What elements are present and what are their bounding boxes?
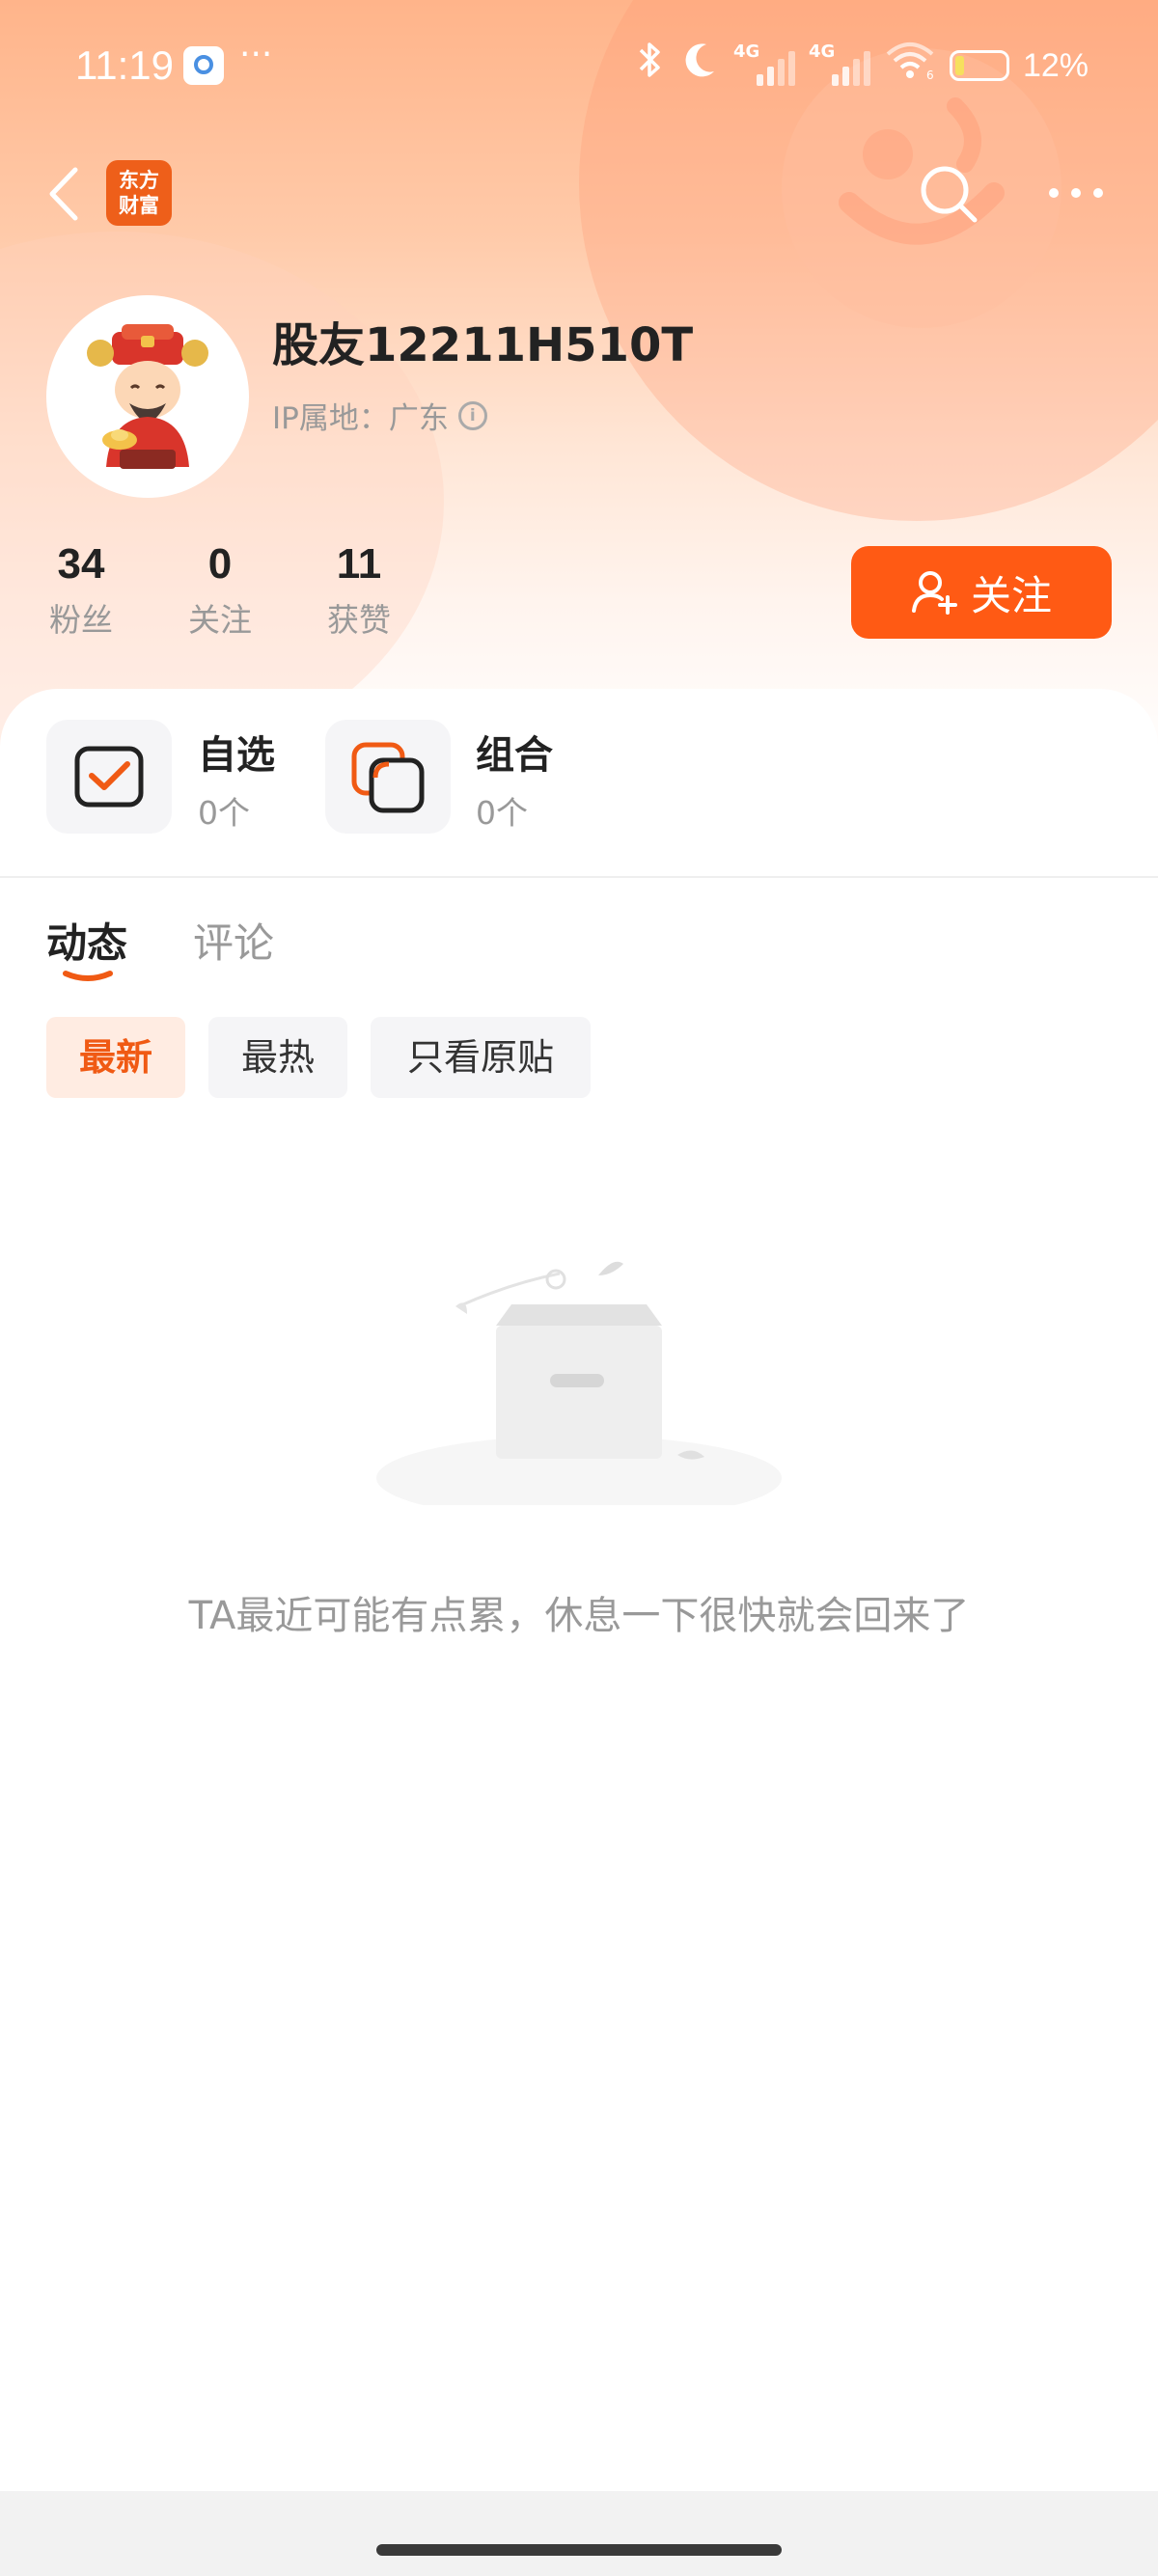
portfolio-count: 0个	[476, 794, 528, 832]
system-navigation-bar	[0, 2491, 1158, 2576]
filter-latest-chip[interactable]: 最新	[46, 1017, 185, 1098]
stat-label: 关注	[188, 601, 252, 639]
stat-value: 34	[57, 540, 105, 588]
status-time: 11:19	[75, 42, 174, 88]
watchlist-check-icon	[74, 746, 144, 808]
notification-app-icon	[183, 46, 224, 85]
empty-box-illustration	[367, 1254, 791, 1521]
username: 股友12211H510T	[272, 318, 694, 372]
ip-location-text: IP属地：广东	[272, 401, 449, 436]
portfolio-button[interactable]	[325, 720, 451, 834]
follow-button-label: 关注	[970, 571, 1052, 619]
caishen-avatar-icon	[87, 324, 208, 469]
signal-4g-icon: 4G	[733, 41, 795, 90]
stat-fans[interactable]: 34 粉丝	[23, 540, 139, 641]
stat-value: 0	[207, 540, 233, 588]
tab-posts[interactable]: 动态	[46, 911, 127, 970]
info-icon[interactable]: i	[457, 400, 487, 430]
status-indicators: 4G 4G 6 12%	[633, 39, 1089, 93]
brand-logo-text: 东方	[119, 169, 159, 192]
battery-icon	[949, 50, 1009, 81]
watchlist-button[interactable]	[46, 720, 172, 834]
stat-label: 粉丝	[49, 601, 113, 639]
divider	[0, 876, 1158, 878]
brand-logo[interactable]: 东方 财富	[106, 160, 172, 226]
portfolio-title[interactable]: 组合	[476, 724, 553, 780]
watchlist-count: 0个	[198, 794, 250, 832]
chevron-left-icon	[49, 167, 78, 221]
stat-likes[interactable]: 11 获赞	[301, 540, 417, 641]
add-user-icon	[911, 571, 957, 615]
ip-location: IP属地：广东 i	[272, 394, 487, 437]
follow-button[interactable]: 关注	[851, 546, 1112, 639]
brand-logo-text: 财富	[119, 194, 159, 217]
active-tab-indicator	[62, 969, 114, 982]
avatar[interactable]	[46, 295, 249, 498]
filter-original-only-chip[interactable]: 只看原贴	[371, 1017, 591, 1098]
status-bar: 11:19 ··· 4G 4G 6 12%	[0, 0, 1158, 131]
search-icon	[921, 166, 978, 223]
portfolio-stack-icon	[351, 742, 425, 813]
empty-state-message: TA最近可能有点累，休息一下很快就会回来了	[188, 1594, 970, 1638]
stat-following[interactable]: 0 关注	[162, 540, 278, 641]
home-indicator[interactable]	[376, 2544, 782, 2556]
search-button[interactable]	[915, 160, 982, 228]
wifi-icon: 6	[884, 39, 936, 93]
do-not-disturb-moon-icon	[681, 39, 720, 93]
battery-percentage: 12%	[1022, 46, 1089, 84]
bluetooth-icon	[633, 39, 668, 93]
filter-hottest-chip[interactable]: 最热	[208, 1017, 347, 1098]
stat-label: 获赞	[327, 601, 391, 639]
svg-text:6: 6	[926, 69, 934, 81]
more-notifications-icon: ···	[239, 35, 273, 74]
back-button[interactable]	[39, 160, 96, 228]
tab-comments[interactable]: 评论	[193, 911, 274, 970]
signal-4g-icon: 4G	[809, 41, 870, 90]
stat-value: 11	[336, 540, 382, 588]
watchlist-title[interactable]: 自选	[198, 724, 275, 780]
more-horizontal-icon	[1049, 188, 1103, 198]
more-options-button[interactable]	[1042, 174, 1110, 212]
